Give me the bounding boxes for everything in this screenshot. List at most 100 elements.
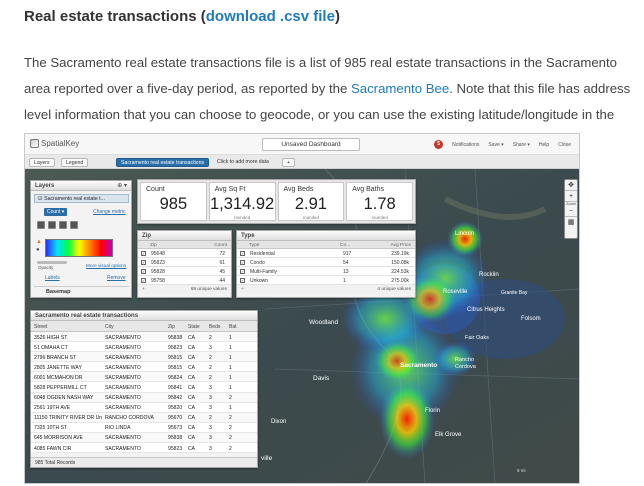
- table-cell: 95842: [168, 395, 183, 402]
- table-cell: 3526 HIGH ST: [34, 334, 68, 341]
- remove-link[interactable]: Remove: [107, 275, 126, 281]
- tab-dataset[interactable]: Sacramento real estate transactions: [116, 158, 210, 167]
- table-row[interactable]: 2805 JANETTE WAY SACRAMENTO 95815 CA 2 1: [31, 362, 257, 373]
- layer-checkbox-icon[interactable]: ☑: [38, 196, 43, 202]
- row-checkbox-icon[interactable]: ✓: [141, 251, 146, 256]
- stat-value: 2.91: [294, 195, 327, 213]
- table-cell: 3: [209, 435, 212, 442]
- table-row[interactable]: 3526 HIGH ST SACRAMENTO 95838 CA 2 1: [31, 332, 257, 343]
- type-row[interactable]: ✓ Condo 54 150.08k: [237, 258, 415, 267]
- zoom-in-icon[interactable]: +: [565, 191, 577, 202]
- top-menu: 5 Notifications Save ▾ Share ▾ Help Clos…: [434, 140, 571, 149]
- table-cell: CA: [188, 364, 196, 371]
- table-cell: 2: [209, 354, 212, 361]
- region-style-icon[interactable]: [70, 221, 78, 229]
- table-row[interactable]: 2561 19TH AVE SACRAMENTO 95820 CA 3 1: [31, 402, 257, 413]
- table-cell: 2: [209, 334, 212, 341]
- add-tab-button[interactable]: +: [282, 158, 296, 167]
- col-street[interactable]: Street: [34, 324, 47, 330]
- page-title-text: Real estate transactions: [24, 8, 197, 25]
- heatmap-style-icon[interactable]: [37, 221, 45, 229]
- row-checkbox-icon[interactable]: ✓: [240, 278, 245, 283]
- table-row[interactable]: 2796 BRANCH ST SACRAMENTO 95815 CA 2 1: [31, 352, 257, 363]
- menu-share[interactable]: Share ▾: [513, 142, 530, 148]
- table-row[interactable]: 6048 OGDEN NASH WAY SACRAMENTO 95842 CA 3 2: [31, 392, 257, 403]
- menu-notifications[interactable]: Notifications: [452, 142, 479, 148]
- col-baths[interactable]: Bat: [229, 324, 237, 330]
- labels-link[interactable]: Labels: [45, 275, 60, 281]
- basemap-row[interactable]: Basemap: [34, 286, 129, 296]
- fill-icon[interactable]: ▲: [36, 239, 42, 245]
- opacity-slider[interactable]: [37, 261, 67, 264]
- table-row[interactable]: 5828 PEPPERMILL CT SACRAMENTO 95841 CA 3 1: [31, 382, 257, 393]
- type-row[interactable]: ✓ Multi-Family 13 224.53k: [237, 267, 415, 276]
- table-row[interactable]: 645 MORRISON AVE SACRAMENTO 95838 CA 3 2: [31, 432, 257, 444]
- table-cell: SACRAMENTO: [105, 405, 141, 412]
- zip-row[interactable]: ✓ 95758 44: [138, 276, 231, 285]
- table-row[interactable]: 6001 MCMAHON DR SACRAMENTO 95824 CA 2 1: [31, 372, 257, 383]
- download-csv-link[interactable]: download .csv file: [206, 8, 335, 25]
- menu-save[interactable]: Save ▾: [488, 142, 503, 148]
- layers-toggle-icon[interactable]: ▦: [565, 217, 577, 228]
- row-checkbox-icon[interactable]: ✓: [141, 260, 146, 265]
- table-cell: SACRAMENTO: [105, 334, 141, 341]
- row-checkbox-icon[interactable]: ✓: [240, 269, 245, 274]
- col-state[interactable]: State: [188, 324, 200, 330]
- layers-button[interactable]: Layers: [29, 158, 55, 167]
- add-filter-icon[interactable]: +: [142, 287, 145, 292]
- zip-count: 61: [219, 260, 225, 266]
- zip-row[interactable]: ✓ 95648 72: [138, 249, 231, 258]
- app-brand: SpatialKey: [41, 139, 80, 148]
- menu-help[interactable]: Help: [539, 142, 549, 148]
- map-label-woodland: Woodland: [309, 319, 339, 326]
- grid-style-icon[interactable]: [59, 221, 67, 229]
- type-col-avg-price[interactable]: Avg Price: [391, 243, 411, 248]
- col-city[interactable]: City: [105, 324, 114, 330]
- stat-value: 1,314.92: [210, 195, 275, 213]
- sacramento-bee-link[interactable]: Sacramento Bee: [351, 81, 449, 96]
- count-metric-button[interactable]: Count ▾: [44, 208, 68, 216]
- change-metric-link[interactable]: Change metric: [93, 209, 126, 215]
- zip-row[interactable]: ✓ 95823 61: [138, 258, 231, 267]
- type-row[interactable]: ✓ Residential 917 239.19k: [237, 249, 415, 258]
- table-cell: 95820: [168, 405, 183, 412]
- crosshair-icon[interactable]: ✥: [565, 180, 577, 191]
- row-checkbox-icon[interactable]: ✓: [240, 260, 245, 265]
- points-style-icon[interactable]: [48, 221, 56, 229]
- table-cell: CA: [188, 374, 196, 381]
- type-col-count[interactable]: Co...: [340, 243, 350, 248]
- spatialkey-logo-icon: [30, 139, 39, 148]
- row-checkbox-icon[interactable]: ✓: [141, 269, 146, 274]
- row-checkbox-icon[interactable]: ✓: [240, 251, 245, 256]
- app-toolbar: Layers Legend Sacramento real estate tra…: [25, 155, 579, 169]
- table-cell: 645 MORRISON AVE: [34, 435, 83, 442]
- layers-panel-controls-icon[interactable]: ⊕ ▾: [117, 181, 127, 191]
- zip-col-zip[interactable]: Zip: [150, 243, 157, 248]
- color-ramp[interactable]: [44, 239, 113, 257]
- notification-badge[interactable]: 5: [434, 140, 444, 149]
- opacity-label: Opacity: [38, 265, 54, 270]
- table-row[interactable]: 11150 TRINITY RIVER DR Un RANCHO CORDOVA 9…: [31, 412, 257, 423]
- table-cell: CA: [188, 395, 196, 402]
- col-beds[interactable]: Beds: [209, 324, 220, 330]
- opacity-icon[interactable]: ●: [36, 247, 42, 253]
- table-row[interactable]: 4085 FAWN CIR SACRAMENTO 95823 CA 3 2: [31, 443, 257, 454]
- type-row[interactable]: ✓ Unkown 1 275.00k: [237, 276, 415, 285]
- type-col-type[interactable]: Type: [249, 243, 259, 248]
- row-checkbox-icon[interactable]: ✓: [141, 278, 146, 283]
- col-zip[interactable]: Zip: [168, 324, 175, 330]
- add-data-link[interactable]: Click to add more data: [213, 158, 273, 167]
- table-row[interactable]: 7325 10TH ST RIO LINDA 95673 CA 3 2: [31, 422, 257, 433]
- layer-item[interactable]: ☑ Sacramento real estate t...: [34, 194, 129, 203]
- zip-row[interactable]: ✓ 95828 45: [138, 267, 231, 276]
- zip-col-count[interactable]: Count: [214, 243, 227, 248]
- app-logo: SpatialKey: [30, 139, 79, 148]
- zoom-out-icon[interactable]: −: [565, 206, 577, 217]
- menu-close[interactable]: Close: [558, 142, 571, 148]
- table-row[interactable]: 51 OMAHA CT SACRAMENTO 95823 CA 3 1: [31, 342, 257, 353]
- more-visual-options-link[interactable]: More visual options: [86, 263, 126, 268]
- type-count: 917: [343, 251, 352, 257]
- dashboard-title[interactable]: Unsaved Dashboard: [262, 138, 360, 151]
- legend-button[interactable]: Legend: [61, 158, 89, 167]
- add-filter-icon[interactable]: +: [241, 287, 244, 292]
